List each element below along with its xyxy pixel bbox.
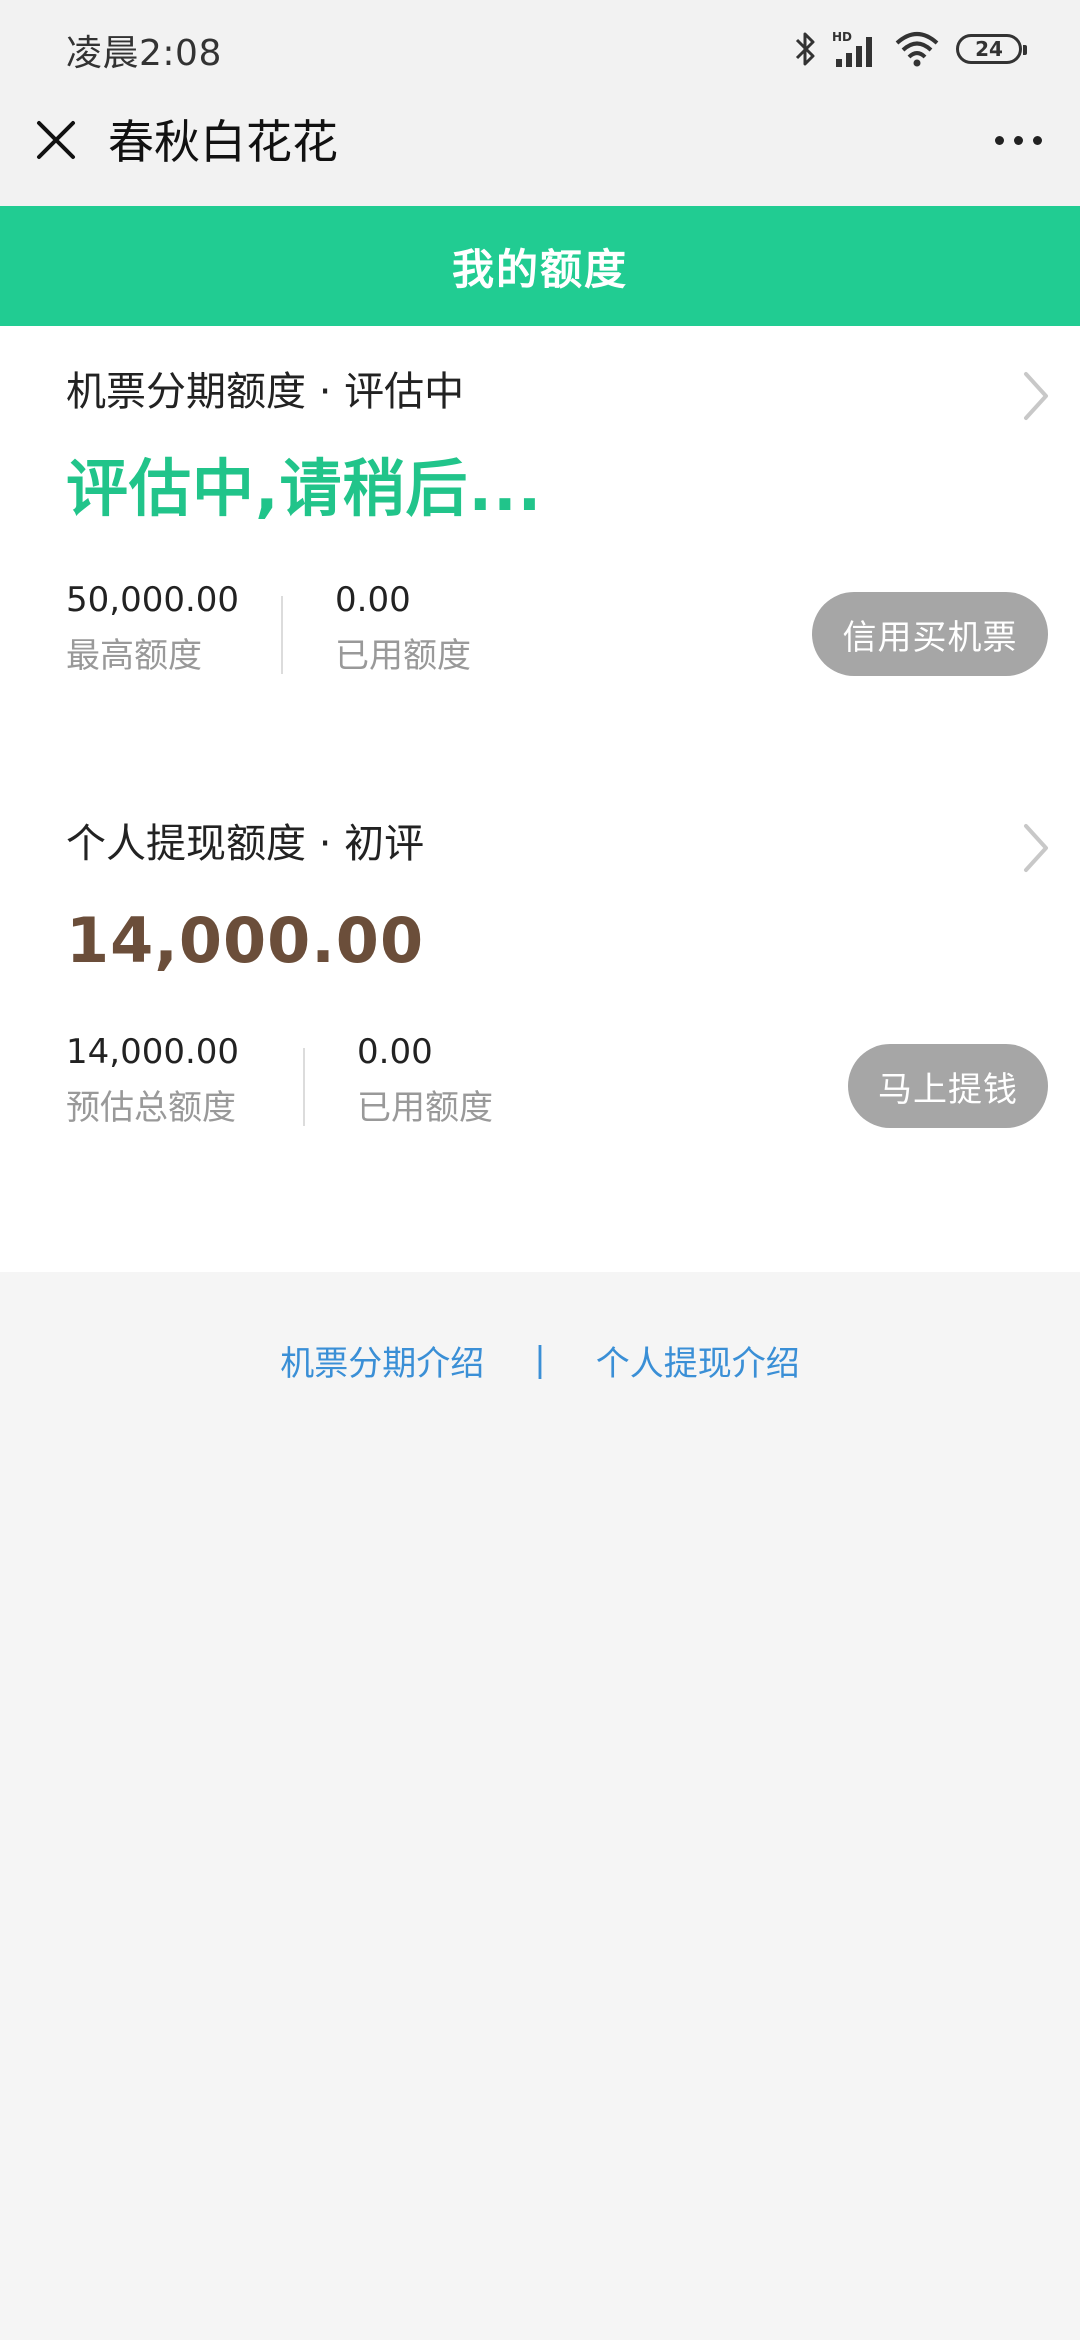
status-time: 凌晨2:08 — [66, 33, 222, 74]
stat-value: 0.00 — [357, 1032, 433, 1072]
used-quota-stat: 0.00 已用额度 — [335, 578, 471, 678]
svg-text:HD: HD — [832, 30, 852, 44]
stat-divider — [303, 1048, 305, 1126]
more-dot-icon — [1032, 135, 1042, 145]
bluetooth-icon — [795, 32, 815, 66]
chevron-right-icon[interactable] — [1020, 822, 1052, 874]
personal-withdrawal-card[interactable]: 个人提现额度 · 初评 14,000.00 14,000.00 预估总额度 0.… — [0, 778, 1080, 1272]
quota-content: 机票分期额度 · 评估中 评估中,请稍后... 50,000.00 最高额度 0… — [0, 326, 1080, 1272]
battery-level: 24 — [975, 37, 1003, 61]
withdraw-now-button[interactable]: 马上提钱 — [848, 1044, 1048, 1128]
stat-label: 预估总额度 — [66, 1088, 236, 1128]
stat-value: 0.00 — [335, 580, 411, 620]
close-button[interactable] — [28, 112, 84, 168]
status-icons: HD 24 — [794, 26, 1027, 72]
footer-links: 机票分期介绍 | 个人提现介绍 — [0, 1330, 1080, 1390]
personal-withdrawal-intro-link[interactable]: 个人提现介绍 — [596, 1336, 800, 1385]
link-separator: | — [534, 1340, 546, 1380]
page-title: 春秋白花花 — [108, 115, 338, 169]
flight-installment-card[interactable]: 机票分期额度 · 评估中 评估中,请稍后... 50,000.00 最高额度 0… — [0, 326, 1080, 776]
card-heading: 机票分期额度 · 评估中 — [66, 369, 465, 415]
stat-value: 14,000.00 — [66, 1032, 240, 1072]
chevron-right-icon[interactable] — [1020, 370, 1052, 422]
stat-label: 最高额度 — [66, 636, 202, 676]
wifi-icon — [895, 32, 939, 67]
more-options-button[interactable] — [982, 112, 1054, 168]
nav-bar: 春秋白花花 — [0, 98, 1080, 206]
section-title: 我的额度 — [451, 244, 628, 294]
used-quota-stat: 0.00 已用额度 — [357, 1030, 493, 1130]
stat-label: 已用额度 — [357, 1088, 493, 1128]
estimated-total-stat: 14,000.00 预估总额度 — [66, 1030, 239, 1130]
flight-installment-intro-link[interactable]: 机票分期介绍 — [280, 1336, 484, 1385]
available-amount: 14,000.00 — [66, 904, 425, 977]
stat-value: 50,000.00 — [66, 580, 240, 620]
battery-icon: 24 — [956, 34, 1027, 64]
close-icon — [37, 121, 75, 159]
status-bar: 凌晨2:08 HD 24 — [0, 0, 1080, 98]
max-quota-stat: 50,000.00 最高额度 — [66, 578, 239, 678]
stat-label: 已用额度 — [335, 636, 471, 676]
page: 凌晨2:08 HD 24 春秋白花花 我的额度 机票分期额度 · 评估中 评估中… — [0, 0, 1080, 2340]
card-heading: 个人提现额度 · 初评 — [66, 821, 425, 867]
buy-ticket-on-credit-button[interactable]: 信用买机票 — [812, 592, 1048, 676]
section-header: 我的额度 — [0, 206, 1080, 326]
hd-signal-icon: HD — [832, 30, 872, 67]
credit-status: 评估中,请稍后... — [66, 452, 543, 525]
stat-divider — [281, 596, 283, 674]
more-dot-icon — [994, 135, 1004, 145]
more-dot-icon — [1013, 135, 1023, 145]
